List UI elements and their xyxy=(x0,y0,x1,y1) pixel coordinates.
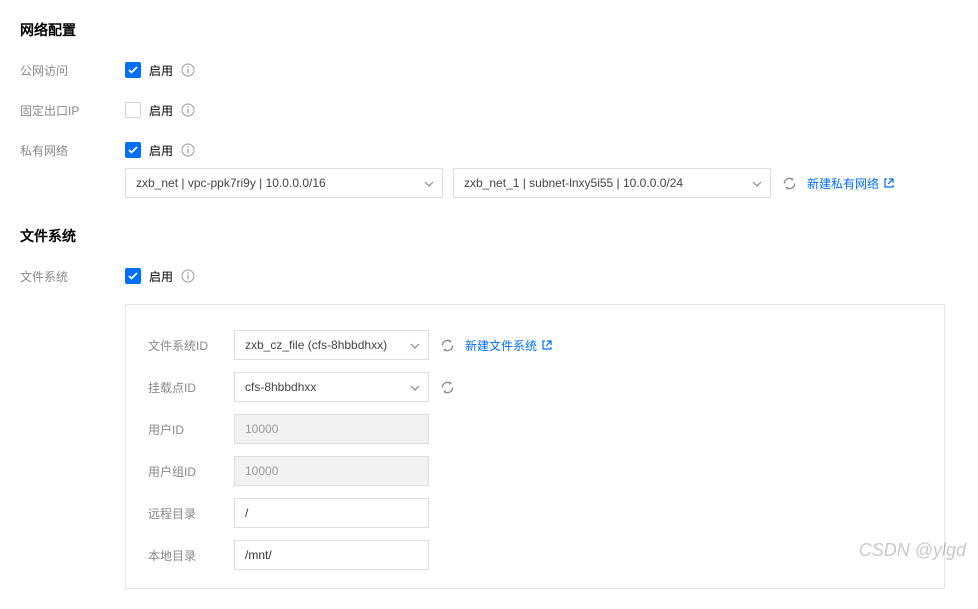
local-dir-input[interactable] xyxy=(234,540,429,570)
checkbox-fixed-ip[interactable] xyxy=(125,102,141,118)
chevron-down-icon xyxy=(752,176,762,190)
label-fs-id: 文件系统ID xyxy=(148,337,234,354)
row-fixed-ip: 固定出口IP 启用 xyxy=(20,100,958,120)
mount-id-select[interactable]: cfs-8hbbdhxx xyxy=(234,372,429,402)
fs-id-value: zxb_cz_file (cfs-8hbbdhxx) xyxy=(245,338,387,352)
info-icon[interactable] xyxy=(181,143,195,157)
row-filesystem: 文件系统 启用 xyxy=(20,266,958,286)
refresh-icon[interactable] xyxy=(781,175,797,191)
label-mount-id: 挂载点ID xyxy=(148,379,234,396)
external-link-icon xyxy=(541,339,553,351)
new-fs-link[interactable]: 新建文件系统 xyxy=(465,337,553,354)
new-vpc-link[interactable]: 新建私有网络 xyxy=(807,175,895,192)
refresh-icon[interactable] xyxy=(439,379,455,395)
group-id-input xyxy=(234,456,429,486)
checkbox-private-network[interactable] xyxy=(125,142,141,158)
section-title-network: 网络配置 xyxy=(20,20,958,40)
row-public-access: 公网访问 启用 xyxy=(20,60,958,80)
filesystem-panel: 文件系统ID zxb_cz_file (cfs-8hbbdhxx) 新建文件系统 xyxy=(125,304,945,589)
checkbox-label: 启用 xyxy=(149,142,173,159)
fs-id-select[interactable]: zxb_cz_file (cfs-8hbbdhxx) xyxy=(234,330,429,360)
label-remote-dir: 远程目录 xyxy=(148,505,234,522)
vpc-selects-row: zxb_net | vpc-ppk7ri9y | 10.0.0.0/16 zxb… xyxy=(125,168,958,198)
checkbox-label: 启用 xyxy=(149,102,173,119)
label-private-network: 私有网络 xyxy=(20,142,125,159)
external-link-icon xyxy=(883,177,895,189)
label-public-access: 公网访问 xyxy=(20,62,125,79)
info-icon[interactable] xyxy=(181,269,195,283)
label-user-id: 用户ID xyxy=(148,421,234,438)
label-fixed-ip: 固定出口IP xyxy=(20,102,125,119)
label-local-dir: 本地目录 xyxy=(148,547,234,564)
row-private-network: 私有网络 启用 xyxy=(20,140,958,160)
checkbox-filesystem[interactable] xyxy=(125,268,141,284)
chevron-down-icon xyxy=(410,338,420,352)
vpc-select-value: zxb_net | vpc-ppk7ri9y | 10.0.0.0/16 xyxy=(136,176,326,190)
subnet-select[interactable]: zxb_net_1 | subnet-lnxy5i55 | 10.0.0.0/2… xyxy=(453,168,771,198)
vpc-select[interactable]: zxb_net | vpc-ppk7ri9y | 10.0.0.0/16 xyxy=(125,168,443,198)
info-icon[interactable] xyxy=(181,103,195,117)
info-icon[interactable] xyxy=(181,63,195,77)
mount-id-value: cfs-8hbbdhxx xyxy=(245,380,316,394)
subnet-select-value: zxb_net_1 | subnet-lnxy5i55 | 10.0.0.0/2… xyxy=(464,176,683,190)
chevron-down-icon xyxy=(424,176,434,190)
checkbox-label: 启用 xyxy=(149,62,173,79)
remote-dir-input[interactable] xyxy=(234,498,429,528)
link-text: 新建文件系统 xyxy=(465,337,537,354)
section-title-filesystem: 文件系统 xyxy=(20,226,958,246)
refresh-icon[interactable] xyxy=(439,337,455,353)
checkbox-label: 启用 xyxy=(149,268,173,285)
label-filesystem: 文件系统 xyxy=(20,268,125,285)
label-group-id: 用户组ID xyxy=(148,463,234,480)
chevron-down-icon xyxy=(410,380,420,394)
checkbox-public-access[interactable] xyxy=(125,62,141,78)
link-text: 新建私有网络 xyxy=(807,175,879,192)
user-id-input xyxy=(234,414,429,444)
